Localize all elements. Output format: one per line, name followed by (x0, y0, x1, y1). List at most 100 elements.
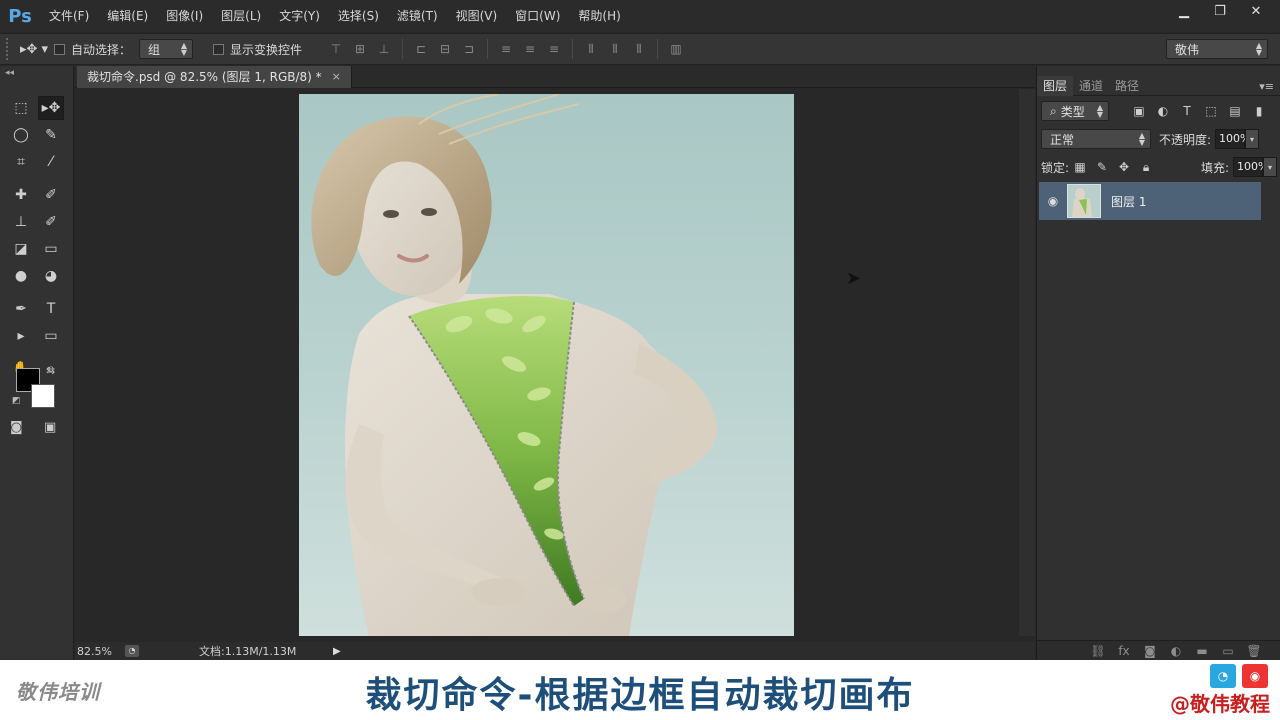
blur-tool-icon[interactable]: ● (8, 264, 34, 288)
brush-tool-icon[interactable]: ✐ (38, 183, 64, 207)
default-colors-icon[interactable]: ◩ (12, 396, 21, 406)
lock-all-icon[interactable]: 🔒︎ (1135, 158, 1157, 176)
distribute-vcenter-icon[interactable]: ≡ (518, 39, 542, 59)
tab-layers[interactable]: 图层 (1037, 75, 1074, 96)
eraser-tool-icon[interactable]: ◪ (8, 237, 34, 261)
delete-layer-icon[interactable]: 🗑︎ (1241, 644, 1267, 658)
tab-channels[interactable]: 通道 (1073, 76, 1109, 96)
auto-select-dropdown[interactable]: 组 ▲ ▼ (139, 39, 194, 59)
author-handle: @敬伟教程 (1170, 692, 1270, 716)
menu-view[interactable]: 视图(V) (447, 0, 507, 32)
align-right-icon[interactable]: ⊐ (457, 39, 481, 59)
opacity-input[interactable]: 100% (1215, 129, 1251, 149)
new-layer-icon[interactable]: ▭ (1215, 644, 1241, 658)
show-transform-checkbox[interactable] (213, 43, 225, 55)
lock-image-icon[interactable]: ✎ (1091, 158, 1113, 176)
menu-type[interactable]: 文字(Y) (270, 0, 329, 32)
visibility-eye-icon[interactable]: ◉ (1039, 194, 1067, 208)
filter-smart-object-icon[interactable]: ▤ (1223, 102, 1247, 120)
fx-icon[interactable]: fx (1111, 644, 1137, 658)
menu-image[interactable]: 图像(I) (157, 0, 212, 32)
align-bottom-icon[interactable]: ⊥ (372, 39, 396, 59)
healing-brush-tool-icon[interactable]: ✚ (8, 183, 34, 207)
dodge-tool-icon[interactable]: ◕ (38, 264, 64, 288)
lasso-tool-icon[interactable]: ◯ (8, 123, 34, 147)
menu-file[interactable]: 文件(F) (40, 0, 98, 32)
align-hcenter-icon[interactable]: ⊟ (433, 39, 457, 59)
zoom-level[interactable]: 82.5% (75, 645, 125, 658)
canvas-image[interactable] (299, 94, 794, 636)
move-tool-icon[interactable]: ▸✥ (37, 95, 64, 120)
new-group-icon[interactable]: ▬ (1189, 644, 1215, 658)
lock-position-icon[interactable]: ✥ (1113, 158, 1135, 176)
add-mask-icon[interactable]: ◙ (1137, 644, 1163, 658)
fill-slider-icon[interactable]: ▾ (1263, 157, 1277, 177)
auto-select-checkbox[interactable] (54, 43, 65, 55)
close-tab-icon[interactable]: × (332, 66, 341, 88)
layer-row[interactable]: ◉ 图层 1 (1039, 182, 1261, 220)
menu-select[interactable]: 选择(S) (329, 0, 388, 32)
status-menu-arrow-icon[interactable]: ▶ (333, 646, 341, 657)
distribute-hcenter-icon[interactable]: ⫴ (603, 39, 627, 59)
distribute-top-icon[interactable]: ≡ (494, 39, 518, 59)
menu-filter[interactable]: 滤镜(T) (388, 0, 447, 32)
auto-align-icon[interactable]: ▥ (664, 39, 688, 59)
filter-type-icon[interactable]: T (1175, 102, 1199, 120)
workspace-dropdown[interactable]: 敬伟 ▲ ▼ (1166, 39, 1268, 59)
quick-select-tool-icon[interactable]: ✎ (38, 123, 64, 147)
clone-stamp-tool-icon[interactable]: ⊥ (8, 210, 34, 234)
align-top-icon[interactable]: ⊤ (324, 39, 348, 59)
marquee-tool-icon[interactable]: ⬚ (8, 96, 34, 120)
crop-tool-icon[interactable]: ⌗ (8, 150, 34, 174)
menu-window[interactable]: 窗口(W) (506, 0, 569, 32)
distribute-left-icon[interactable]: ⫴ (579, 39, 603, 59)
options-grip[interactable] (6, 38, 14, 60)
collapse-toolbox-icon[interactable]: ◂◂ (0, 66, 73, 80)
move-tool-preset-icon[interactable]: ▸✥ ▾ (14, 38, 54, 60)
pen-tool-icon[interactable]: ✒ (8, 297, 34, 321)
blend-mode-value: 正常 (1050, 132, 1075, 147)
blend-mode-dropdown[interactable]: 正常 ▲ ▼ (1041, 129, 1151, 149)
align-vcenter-icon[interactable]: ⊞ (348, 39, 372, 59)
path-select-tool-icon[interactable]: ▸ (8, 324, 34, 348)
link-layers-icon[interactable]: ⛓ (1085, 644, 1111, 658)
menu-help[interactable]: 帮助(H) (569, 0, 629, 32)
distribute-right-icon[interactable]: ⫴ (627, 39, 651, 59)
history-brush-tool-icon[interactable]: ✐ (38, 210, 64, 234)
align-left-icon[interactable]: ⊏ (409, 39, 433, 59)
filter-shape-icon[interactable]: ⬚ (1199, 102, 1223, 120)
swap-colors-icon[interactable]: ⇆ (46, 364, 55, 377)
distribute-bottom-icon[interactable]: ≡ (542, 39, 566, 59)
layer-kind-filter[interactable]: ⌕ 类型 ▲ ▼ (1041, 101, 1109, 121)
quick-mask-icon[interactable]: ◙ (10, 420, 23, 435)
menu-edit[interactable]: 编辑(E) (98, 0, 157, 32)
vertical-scrollbar[interactable] (1019, 89, 1035, 636)
lock-transparent-icon[interactable]: ▦ (1069, 158, 1091, 176)
restore-button[interactable]: ❐ (1202, 0, 1238, 22)
filter-pixel-icon[interactable]: ▣ (1127, 102, 1151, 120)
close-button[interactable]: ✕ (1238, 0, 1274, 22)
dropdown-arrows-icon: ▲ ▼ (180, 41, 188, 57)
document-tab-title: 裁切命令.psd @ 82.5% (图层 1, RGB/8) * (87, 70, 322, 84)
panel-menu-icon[interactable]: ▾≡ (1259, 80, 1274, 93)
menu-layer[interactable]: 图层(L) (212, 0, 270, 32)
new-adjustment-icon[interactable]: ◐ (1163, 644, 1189, 658)
document-tab[interactable]: 裁切命令.psd @ 82.5% (图层 1, RGB/8) * × (77, 66, 352, 88)
background-color-swatch[interactable] (31, 384, 55, 408)
minimize-button[interactable]: ▁ (1166, 0, 1202, 22)
filter-toggle-icon[interactable]: ▮ (1247, 102, 1271, 120)
filter-adjustment-icon[interactable]: ◐ (1151, 102, 1175, 120)
screen-mode-icon[interactable]: ▣ (44, 420, 56, 435)
eyedropper-tool-icon[interactable]: ⁄ (38, 150, 64, 174)
fill-input[interactable]: 100% (1233, 157, 1268, 177)
status-info-icon[interactable]: ◔ (125, 645, 139, 657)
type-tool-icon[interactable]: T (38, 297, 64, 321)
gradient-tool-icon[interactable]: ▭ (38, 237, 64, 261)
layer-filter-row: ⌕ 类型 ▲ ▼ ▣ ◐ T ⬚ ▤ ▮ (1041, 100, 1277, 122)
layer-thumbnail[interactable] (1067, 184, 1101, 218)
workspace-value: 敬伟 (1175, 42, 1200, 57)
portrait-image (311, 94, 718, 636)
tab-paths[interactable]: 路径 (1109, 76, 1145, 96)
rectangle-tool-icon[interactable]: ▭ (38, 324, 64, 348)
opacity-slider-icon[interactable]: ▾ (1245, 129, 1260, 149)
